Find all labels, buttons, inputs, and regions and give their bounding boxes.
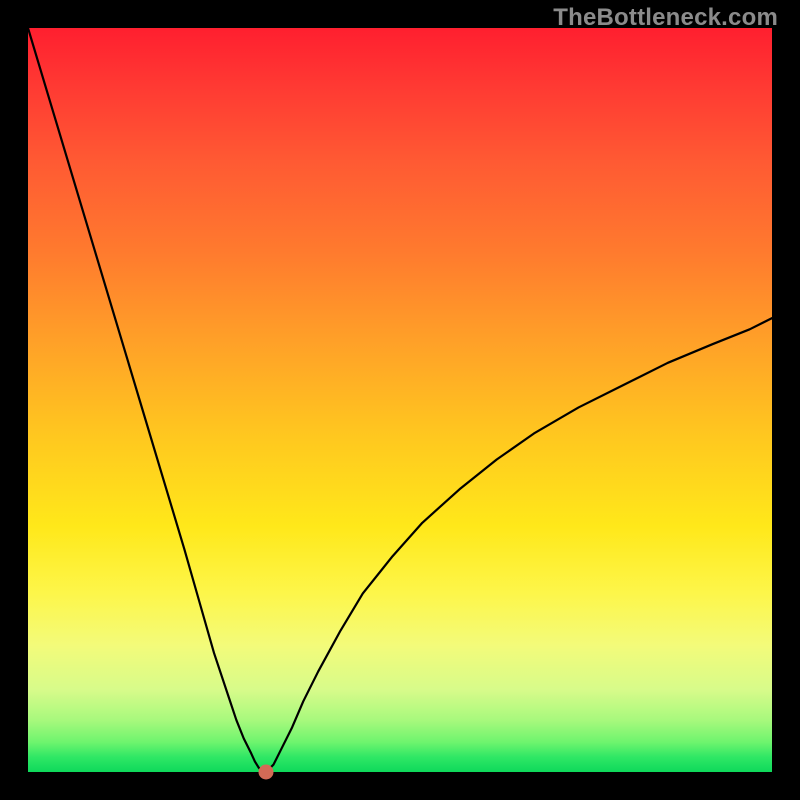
plot-area <box>28 28 772 772</box>
curve-svg <box>28 28 772 772</box>
chart-frame: TheBottleneck.com <box>0 0 800 800</box>
bottleneck-curve <box>28 28 772 772</box>
marker-dot <box>259 765 274 780</box>
